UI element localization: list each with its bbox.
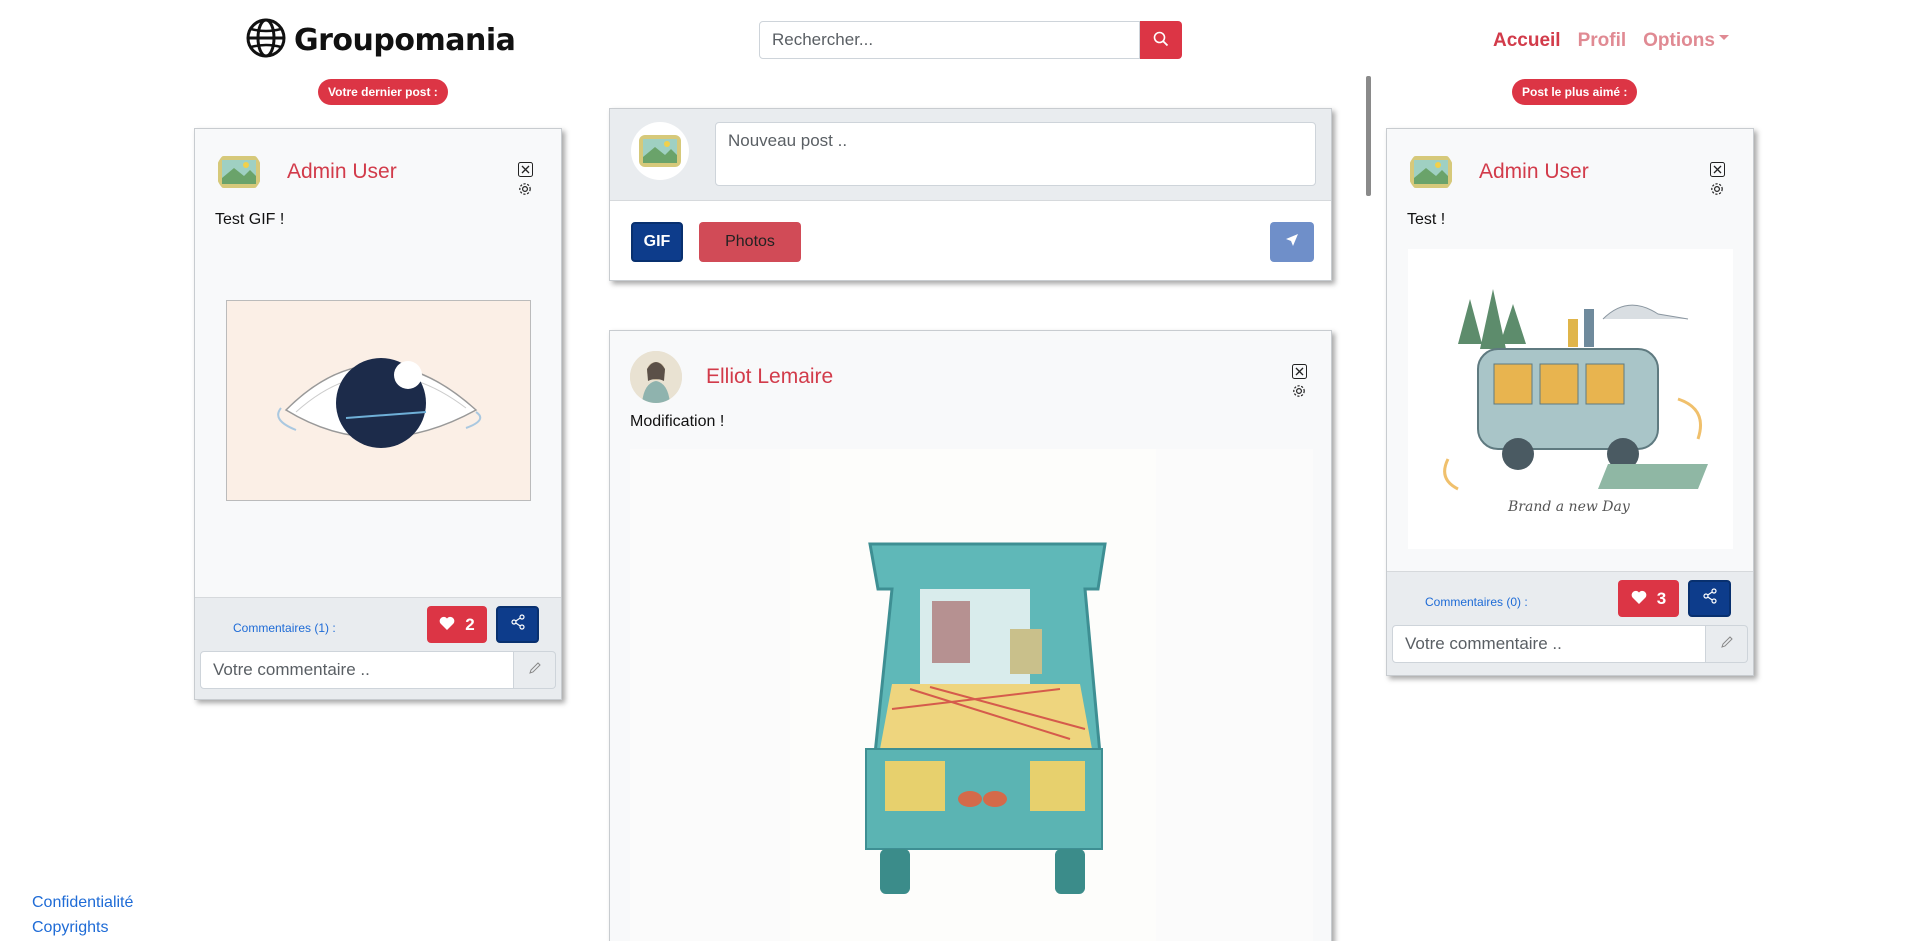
copyrights-link[interactable]: Copyrights bbox=[32, 915, 133, 940]
feed-scrollbar[interactable] bbox=[1366, 76, 1371, 196]
comment-input[interactable] bbox=[1392, 625, 1706, 663]
gear-icon[interactable] bbox=[1709, 181, 1725, 197]
photos-button[interactable]: Photos bbox=[699, 222, 801, 262]
post-actions bbox=[1291, 363, 1307, 399]
gear-icon[interactable] bbox=[517, 181, 533, 197]
nav-home-link[interactable]: Accueil bbox=[1493, 30, 1561, 52]
nav-options-label: Options bbox=[1643, 30, 1715, 51]
most-liked-badge: Post le plus aimé : bbox=[1512, 79, 1638, 105]
gif-button[interactable]: GIF bbox=[631, 222, 683, 262]
share-icon bbox=[510, 614, 526, 635]
like-count: 2 bbox=[465, 614, 475, 634]
search-input[interactable] bbox=[759, 21, 1140, 59]
share-button[interactable] bbox=[1688, 580, 1731, 617]
comment-form bbox=[1392, 625, 1748, 663]
like-button[interactable]: 3 bbox=[1618, 580, 1679, 617]
share-button[interactable] bbox=[496, 606, 539, 643]
gear-icon[interactable] bbox=[1291, 383, 1307, 399]
post-actions bbox=[517, 161, 533, 197]
share-icon bbox=[1702, 588, 1718, 609]
new-post-textarea[interactable] bbox=[715, 122, 1316, 186]
post-header: Admin User bbox=[1408, 149, 1589, 195]
latest-post-badge: Votre dernier post : bbox=[318, 79, 448, 105]
globe-icon bbox=[246, 18, 286, 63]
submit-comment-button[interactable] bbox=[514, 651, 556, 689]
privacy-link[interactable]: Confidentialité bbox=[32, 890, 133, 915]
like-button[interactable]: 2 bbox=[427, 606, 487, 643]
brand-logo[interactable]: Groupomania bbox=[246, 18, 516, 63]
delete-icon[interactable] bbox=[517, 161, 533, 177]
main-nav: Accueil Profil Options bbox=[1493, 30, 1729, 52]
heart-icon bbox=[439, 615, 455, 635]
post-text: Test ! bbox=[1407, 211, 1446, 228]
post-image bbox=[630, 449, 1313, 941]
pencil-icon bbox=[528, 661, 542, 680]
avatar bbox=[216, 149, 262, 195]
send-post-button[interactable] bbox=[1270, 222, 1314, 262]
post-text: Modification ! bbox=[630, 413, 725, 430]
post-header: Elliot Lemaire bbox=[630, 351, 833, 403]
post-image bbox=[226, 300, 531, 501]
composer-top bbox=[610, 109, 1331, 201]
post-author[interactable]: Admin User bbox=[1479, 160, 1589, 184]
search-bar bbox=[759, 21, 1182, 59]
post-actions bbox=[1709, 161, 1725, 197]
image-caption: Brand a new Day bbox=[1507, 499, 1631, 515]
comments-link[interactable]: Commentaires (0) : bbox=[1425, 595, 1528, 609]
post-text: Test GIF ! bbox=[215, 211, 285, 228]
most-liked-post-card: Admin User Test ! Brand a new Day Commen… bbox=[1386, 128, 1754, 676]
brand-name: Groupomania bbox=[294, 23, 516, 58]
delete-icon[interactable] bbox=[1291, 363, 1307, 379]
latest-post-card: Admin User Test GIF ! Commentaires (1) :… bbox=[194, 128, 562, 700]
new-post-composer: GIF Photos bbox=[609, 108, 1332, 281]
pencil-icon bbox=[1720, 635, 1734, 654]
feed-post-card: Elliot Lemaire Modification ! bbox=[609, 330, 1332, 941]
avatar bbox=[1408, 149, 1454, 195]
comment-form bbox=[200, 651, 556, 689]
post-image: Brand a new Day bbox=[1408, 249, 1733, 549]
like-count: 3 bbox=[1656, 588, 1667, 608]
post-footer: Commentaires (0) : 3 bbox=[1387, 571, 1753, 675]
nav-profile-link[interactable]: Profil bbox=[1578, 30, 1627, 52]
avatar bbox=[630, 351, 682, 403]
nav-options-dropdown[interactable]: Options bbox=[1643, 30, 1729, 52]
footer-links: Confidentialité Copyrights bbox=[32, 890, 133, 940]
comments-link[interactable]: Commentaires (1) : bbox=[233, 621, 336, 635]
search-icon bbox=[1153, 31, 1169, 50]
submit-comment-button[interactable] bbox=[1706, 625, 1748, 663]
delete-icon[interactable] bbox=[1709, 161, 1725, 177]
post-footer: Commentaires (1) : 2 bbox=[195, 597, 561, 699]
comment-input[interactable] bbox=[200, 651, 514, 689]
post-author[interactable]: Admin User bbox=[287, 160, 397, 184]
send-icon bbox=[1285, 233, 1299, 252]
avatar bbox=[631, 122, 689, 180]
post-header: Admin User bbox=[216, 149, 397, 195]
post-author[interactable]: Elliot Lemaire bbox=[706, 365, 833, 389]
chevron-down-icon bbox=[1718, 35, 1729, 41]
heart-icon bbox=[1631, 589, 1647, 609]
search-button[interactable] bbox=[1140, 21, 1182, 59]
